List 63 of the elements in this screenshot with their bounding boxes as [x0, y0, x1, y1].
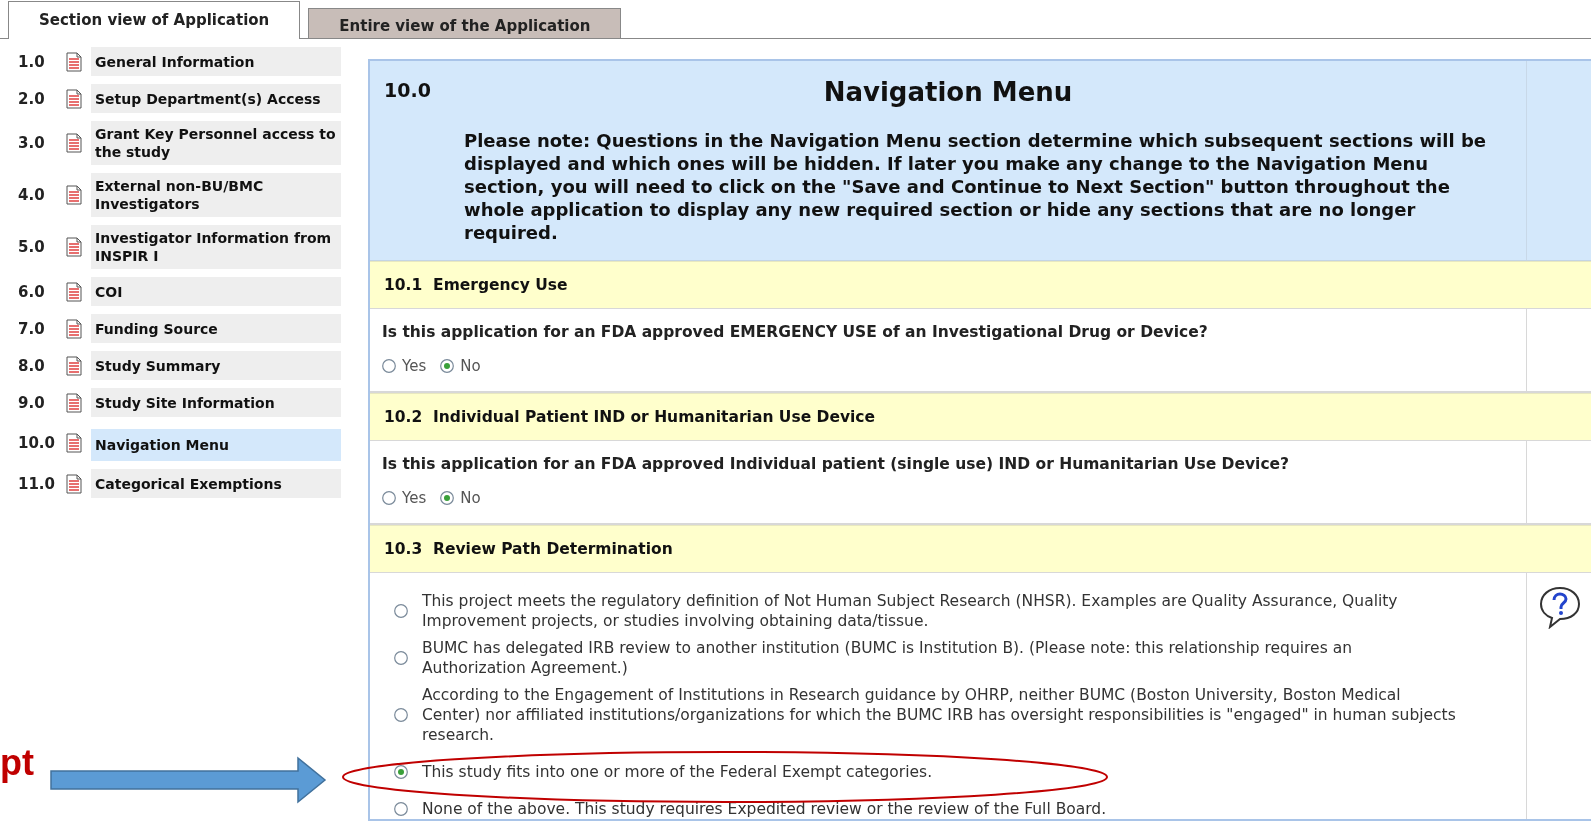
section-number: 8.0 [17, 356, 46, 375]
document-icon [66, 51, 82, 72]
question-text: Is this application for an FDA approved EMERGENCY USE of an Investigational Drug or Device? [382, 323, 1209, 341]
radio-button[interactable] [382, 359, 396, 373]
section-number: 4.0 [17, 186, 46, 204]
tab[interactable]: Entire view of the Application [308, 8, 622, 38]
section-number: 10.0 [17, 434, 56, 452]
sidebar-item[interactable]: Funding Source [91, 314, 341, 343]
help-icon[interactable] [1537, 585, 1583, 629]
sidebar-item[interactable]: Categorical Exemptions [91, 469, 341, 498]
document-icon [66, 237, 82, 257]
section-number: 1.0 [17, 52, 46, 71]
option-label[interactable]: None of the above. This study requires Expedited review or the review of the Full Board. [422, 799, 1107, 819]
radio-button[interactable] [440, 491, 455, 505]
section-number: 10.0 [384, 79, 432, 101]
section-number: 3.0 [17, 134, 46, 152]
question-heading: 10.1 Emergency Use [370, 261, 1591, 309]
radio-button[interactable] [394, 708, 408, 722]
document-icon [66, 355, 82, 376]
sidebar-item[interactable]: Grant Key Personnel access to the study [91, 121, 341, 165]
section-number: 2.0 [17, 89, 46, 108]
radio-button[interactable] [394, 765, 408, 779]
annotation-text: pt [0, 742, 34, 784]
option-label[interactable]: This project meets the regulatory definition of Not Human Subject Research (NHSR). Examples are Quality Assurance, Quality Improvement projects, or studies involving obtaining data/tissue. [422, 591, 1456, 631]
sidebar-item[interactable]: Study Site Information [91, 388, 341, 417]
question-heading: 10.2 Individual Patient IND or Humanitarian Use Device [370, 393, 1591, 441]
section-title: Navigation Menu [822, 77, 1074, 107]
option-label[interactable]: This study fits into one or more of the Federal Exempt categories. [422, 762, 933, 782]
option-label[interactable]: No [460, 357, 481, 375]
question-heading: 10.3 Review Path Determination [370, 525, 1591, 573]
section-number: 6.0 [17, 282, 46, 301]
document-icon [66, 433, 82, 453]
section-number: 9.0 [17, 393, 46, 412]
document-icon [66, 281, 82, 302]
section-note: Please note: Questions in the Navigation Menu section determine which subsequent sections will be displayed and which ones will be hidden. If later you make any change to the Navigation Menu section, you will need to click on the "Save and Continue to Next Section" button throughout the whole application to display any new required section or hide any sections that are no longer required. [463, 129, 1487, 244]
document-icon [66, 473, 82, 494]
option-label[interactable]: Yes [402, 489, 427, 507]
document-icon [66, 392, 82, 413]
option-label[interactable]: BUMC has delegated IRB review to another institution (BUMC is Institution B). (Please note: this relationship requires an Authorization Agreement.) [422, 638, 1456, 678]
section-number: 11.0 [17, 474, 56, 493]
document-icon [66, 185, 82, 205]
sidebar-item[interactable]: External non-BU/BMC Investigators [91, 173, 341, 217]
sidebar-item[interactable]: Investigator Information from INSPIR I [91, 225, 341, 269]
radio-button[interactable] [394, 651, 408, 665]
section-number: 5.0 [17, 238, 46, 256]
radio-button[interactable] [394, 604, 408, 618]
sidebar-item[interactable]: Navigation Menu [91, 429, 341, 461]
radio-button[interactable] [394, 802, 408, 816]
sidebar-item[interactable]: General Information [91, 47, 341, 76]
question-text: Is this application for an FDA approved Individual patient (single use) IND or Humanitarian Use Device? [382, 455, 1291, 473]
document-icon [66, 88, 82, 109]
tab[interactable]: Section view of Application [8, 1, 301, 39]
document-icon [66, 318, 82, 339]
radio-button[interactable] [440, 359, 455, 373]
section-number: 7.0 [17, 319, 46, 338]
option-label[interactable]: Yes [402, 357, 427, 375]
sidebar-item[interactable]: Study Summary [91, 351, 341, 380]
option-label[interactable]: No [460, 489, 481, 507]
radio-button[interactable] [382, 491, 396, 505]
document-icon [66, 133, 82, 153]
option-label[interactable]: According to the Engagement of Institutions in Research guidance by OHRP, neither BUMC (Boston University, Boston Medical Center) nor affiliated institutions/organizations for which the BUMC IRB has oversight responsibilities is "engaged" in human subjects research. [422, 685, 1456, 745]
sidebar-item[interactable]: Setup Department(s) Access [91, 84, 341, 113]
sidebar-item[interactable]: COI [91, 277, 341, 306]
